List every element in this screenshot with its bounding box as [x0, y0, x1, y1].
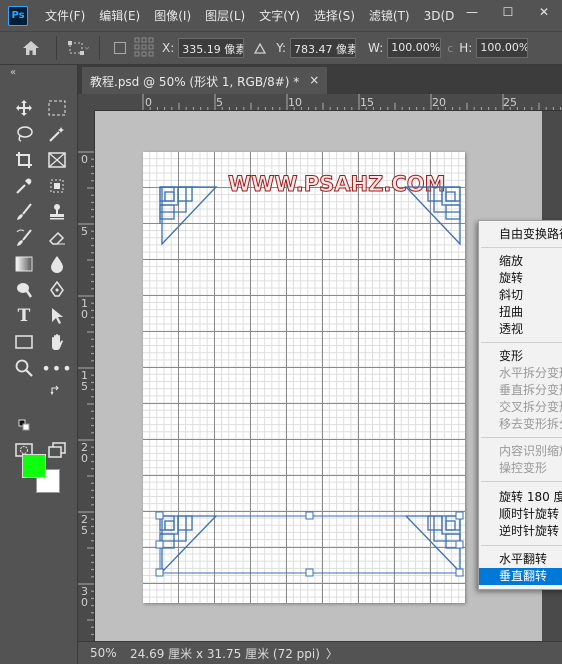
transform-handle [155, 568, 164, 577]
menu-item-puppet-warp: 操控变形 [499, 461, 548, 475]
menu-item-rotate-ccw[interactable]: 逆时针旋转 [479, 523, 562, 540]
menu-item-split-warp-horizontal: 水平拆分变形 [499, 366, 562, 380]
menu-item-remove-warp-split: 移去变形拆分 [499, 417, 562, 431]
menu-separator [481, 342, 562, 343]
foreground-color-swatch[interactable] [22, 454, 46, 478]
transform-context-menu: 自由变换路径 缩放 旋转 斜切 扭曲 透视 变形 水平拆分变形 垂直拆分变形 交… [478, 220, 562, 590]
menu-item-flip-vertical[interactable]: 垂直翻转 [479, 568, 562, 585]
menu-item-rotate[interactable]: 旋转 [479, 270, 562, 287]
menu-item-warp[interactable]: 变形 [479, 348, 562, 365]
menu-separator [481, 545, 562, 546]
transform-handle [455, 540, 464, 549]
transform-handle [455, 511, 464, 520]
transform-handle [305, 568, 314, 577]
menu-item-split-warp-vertical: 垂直拆分变形 [499, 383, 562, 397]
transform-handle [455, 568, 464, 577]
transform-bounding-box[interactable] [155, 511, 464, 577]
transform-handle [155, 540, 164, 549]
zoom-level[interactable]: 50% [90, 646, 130, 660]
menu-separator [481, 247, 562, 248]
transform-handle [155, 511, 164, 520]
menu-separator [481, 481, 562, 482]
corner-ornament-top-left[interactable] [159, 186, 218, 246]
status-menu-arrow[interactable]: 〉 [326, 645, 338, 662]
menu-separator [481, 437, 562, 438]
menu-item-perspective[interactable]: 透视 [479, 321, 562, 338]
menu-item-flip-horizontal[interactable]: 水平翻转 [479, 551, 562, 568]
menu-item-rotate-cw[interactable]: 顺时针旋转 [479, 506, 562, 523]
corner-ornament-bottom-left[interactable] [159, 515, 218, 574]
menu-item-free-transform-path[interactable]: 自由变换路径 [479, 226, 562, 243]
document-size: 24.69 厘米 x 31.75 厘米 (72 ppi) [130, 646, 320, 661]
menu-item-skew[interactable]: 斜切 [479, 287, 562, 304]
menu-item-split-warp-crosswise: 交叉拆分变形 [499, 400, 562, 414]
corner-ornament-bottom-right[interactable] [404, 515, 461, 574]
menu-item-distort[interactable]: 扭曲 [479, 304, 562, 321]
menu-item-scale[interactable]: 缩放 [479, 253, 562, 270]
corner-ornament-top-right[interactable] [404, 186, 461, 246]
menu-item-rotate-180[interactable]: 旋转 180 度 [479, 489, 562, 506]
status-bar: 50% 24.69 厘米 x 31.75 厘米 (72 ppi) 〉 [78, 641, 562, 664]
menu-item-content-aware-scale: 内容识别缩放 [499, 444, 562, 458]
transform-handle [305, 511, 314, 520]
